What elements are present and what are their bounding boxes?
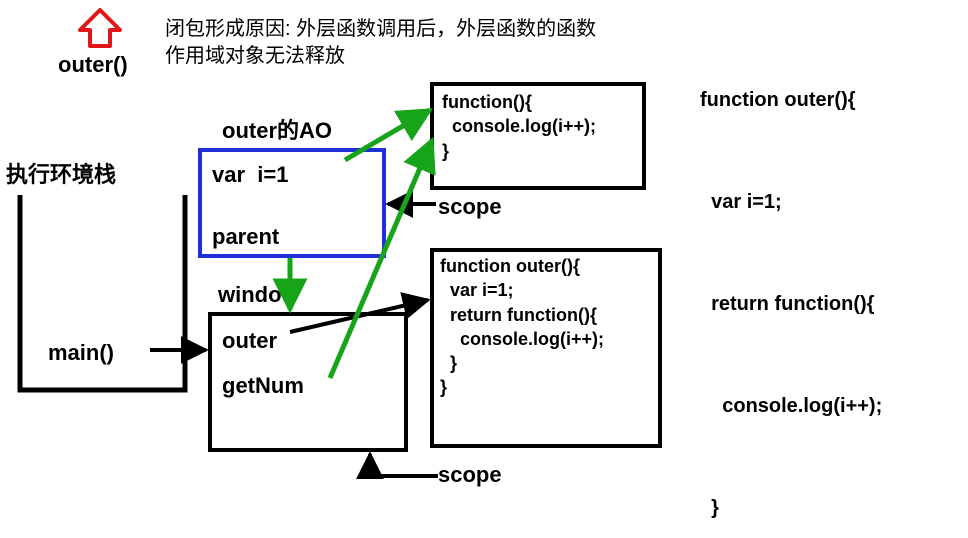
code-line: var i=1; [700, 185, 892, 219]
main-label: main() [48, 338, 114, 368]
code-line: console.log(i++); [700, 389, 892, 423]
code-line: } [700, 491, 892, 525]
closure-diagram: { "topLeft": { "outerCall": "outer()", "… [0, 0, 968, 538]
outer-fn-code: function outer(){ var i=1; return functi… [440, 254, 604, 400]
code-line: return function(){ [700, 287, 892, 321]
ao-box: var i=1 parent [198, 148, 386, 258]
explanation-text: 闭包形成原因: 外层函数调用后，外层函数的函数 作用域对象无法释放 [165, 16, 596, 70]
scope-label-1: scope [438, 192, 502, 222]
inner-fn-code: function(){ console.log(i++); } [442, 90, 596, 163]
window-box: outer getNum [208, 312, 408, 452]
code-listing: function outer(){ var i=1; return functi… [700, 15, 892, 538]
scope-label-2: scope [438, 460, 502, 490]
ao-parent: parent [212, 222, 279, 252]
window-outer: outer [222, 326, 277, 356]
exec-stack-label: 执行环境栈 [6, 160, 116, 190]
outer-fn-box: function outer(){ var i=1; return functi… [430, 248, 662, 448]
window-label: window [218, 280, 299, 310]
outer-call-label: outer() [58, 50, 128, 80]
ao-title: outer的AO [222, 116, 332, 146]
code-line: function outer(){ [700, 83, 892, 117]
inner-fn-box: function(){ console.log(i++); } [430, 82, 646, 190]
window-getnum: getNum [222, 371, 304, 401]
ao-var-i: var i=1 [212, 160, 288, 190]
